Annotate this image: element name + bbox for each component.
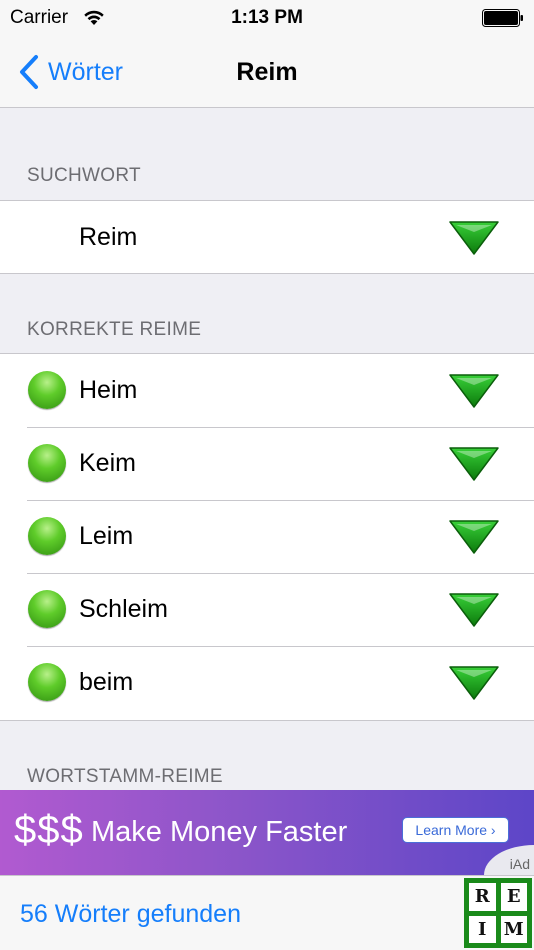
rhyme-list: Heim Keim Leim Schleim beim [0, 353, 534, 721]
iad-badge: iAd [509, 856, 530, 872]
status-bar: Carrier 1:13 PM [0, 0, 534, 36]
triangle-down-icon[interactable] [448, 446, 500, 482]
learn-more-button[interactable]: Learn More › [402, 817, 509, 843]
reim-logo[interactable]: R E I M [464, 878, 532, 948]
list-item[interactable]: beim [0, 646, 534, 719]
footer-bar: 56 Wörter gefunden R E I M [0, 875, 534, 950]
list-item[interactable]: Leim [0, 500, 534, 573]
rhyme-word: Heim [79, 376, 138, 404]
navigation-bar: Wörter Reim [0, 36, 534, 108]
green-dot-icon [28, 371, 66, 409]
section-header-suchwort: SUCHWORT [27, 165, 141, 186]
green-dot-icon [28, 444, 66, 482]
triangle-down-icon[interactable] [448, 665, 500, 701]
dollar-signs: $$$ [14, 808, 84, 852]
search-word-group: Reim [0, 200, 534, 274]
status-time: 1:13 PM [231, 7, 303, 28]
logo-letter: E [500, 883, 527, 911]
triangle-down-icon[interactable] [448, 220, 500, 256]
rhyme-word: Keim [79, 449, 136, 477]
search-word-row[interactable]: Reim [0, 201, 534, 274]
green-dot-icon [28, 517, 66, 555]
triangle-down-icon[interactable] [448, 519, 500, 555]
rhyme-word: Leim [79, 522, 134, 550]
list-item[interactable]: Heim [0, 354, 534, 427]
logo-letter: I [469, 915, 496, 943]
green-dot-icon [28, 590, 66, 628]
section-header-korrekte-reime: KORREKTE REIME [27, 319, 202, 340]
triangle-down-icon[interactable] [448, 373, 500, 409]
ad-banner[interactable]: $$$ Make Money Faster Learn More › iAd [0, 790, 534, 875]
green-dot-icon [28, 663, 66, 701]
list-item[interactable]: Keim [0, 427, 534, 500]
page-title: Reim [236, 58, 298, 86]
ad-headline: Make Money Faster [91, 816, 348, 848]
search-word-label: Reim [79, 223, 138, 251]
section-header-wortstamm-reime: WORTSTAMM-REIME [27, 766, 223, 787]
battery-icon [482, 9, 523, 27]
results-count: 56 Wörter gefunden [20, 900, 241, 928]
rhyme-word: Schleim [79, 595, 168, 623]
list-item[interactable]: Schleim [0, 573, 534, 646]
logo-letter: R [469, 883, 496, 911]
rhyme-word: beim [79, 668, 134, 696]
triangle-down-icon[interactable] [448, 592, 500, 628]
logo-letter: M [500, 915, 527, 943]
